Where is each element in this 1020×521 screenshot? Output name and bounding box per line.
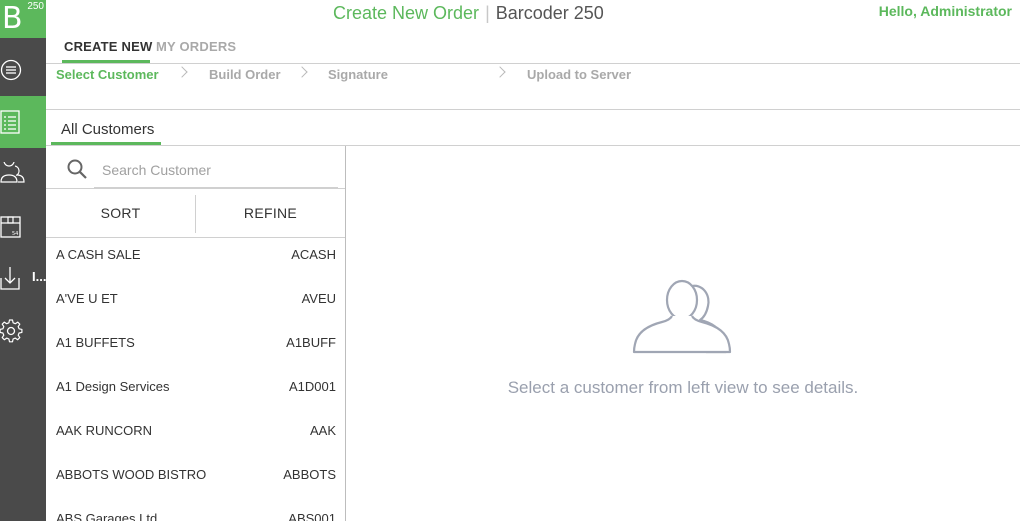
step-signature[interactable]: Signature <box>328 67 388 82</box>
sort-button[interactable]: SORT <box>46 189 195 237</box>
settings-gear-icon <box>0 319 23 343</box>
sidebar-item-products[interactable]: 54 <box>0 200 46 252</box>
customer-name: A'VE U ET <box>56 291 118 306</box>
list-item[interactable]: ABS Garages Ltd ABS001 <box>46 502 345 521</box>
divider <box>46 109 1020 110</box>
customer-list-panel: SORT REFINE A CASH SALE ACASH A'VE U ET … <box>46 146 346 521</box>
customer-code: AVEU <box>301 291 336 306</box>
customer-name: AAK RUNCORN <box>56 423 153 438</box>
sidebar-item-customers[interactable] <box>0 148 46 200</box>
sidebar-item-downloads[interactable]: I... <box>0 252 46 304</box>
list-item[interactable]: AAK RUNCORN AAK <box>46 414 345 458</box>
customer-name: A1 BUFFETS <box>56 335 135 350</box>
tab-all-customers[interactable]: All Customers <box>61 121 154 138</box>
search-icon <box>67 159 87 179</box>
divider <box>46 63 1020 64</box>
customer-name: ABS Garages Ltd <box>56 511 158 521</box>
list-item[interactable]: A'VE U ET AVEU <box>46 282 345 326</box>
sidebar-badge: I... <box>32 269 47 284</box>
sidebar: B 250 54 I... <box>0 0 46 521</box>
chevron-right-icon <box>296 66 308 78</box>
menu-circle-icon <box>0 59 22 81</box>
title-separator: | <box>485 3 490 23</box>
package-box-icon: 54 <box>0 216 21 238</box>
logo-number: 250 <box>27 1 44 12</box>
tab-create-new[interactable]: CREATE NEW <box>64 39 152 54</box>
download-inbox-icon <box>0 267 20 290</box>
customer-code: A1BUFF <box>286 335 336 350</box>
sort-bar: SORT REFINE <box>46 188 345 238</box>
list-item[interactable]: A1 Design Services A1D001 <box>46 370 345 414</box>
empty-state-message: Select a customer from left view to see … <box>507 378 859 397</box>
sidebar-item-menu[interactable] <box>0 44 46 96</box>
step-build-order[interactable]: Build Order <box>209 67 281 82</box>
list-item[interactable]: ABBOTS WOOD BISTRO ABBOTS <box>46 458 345 502</box>
chevron-right-icon <box>494 66 506 78</box>
svg-text:54: 54 <box>12 231 18 237</box>
tab-my-orders[interactable]: MY ORDERS <box>156 39 236 54</box>
customer-name: A1 Design Services <box>56 379 170 394</box>
customer-code: AAK <box>309 423 336 438</box>
sidebar-item-settings[interactable] <box>0 304 46 356</box>
customers-icon <box>0 162 25 183</box>
refine-button[interactable]: REFINE <box>196 189 345 237</box>
app-logo: B 250 <box>0 0 46 38</box>
customer-code: ABS001 <box>288 511 336 521</box>
customer-code: ACASH <box>291 247 336 262</box>
chevron-right-icon <box>176 66 188 78</box>
customer-list: A CASH SALE ACASH A'VE U ET AVEU A1 BUFF… <box>46 238 345 521</box>
customer-code: A1D001 <box>289 379 336 394</box>
page-title: Create New Order | Barcoder 250 <box>333 3 604 23</box>
customers-group-icon <box>632 279 732 354</box>
page-title-secondary: Barcoder 250 <box>495 3 604 23</box>
sidebar-item-orders[interactable] <box>0 96 46 148</box>
list-item[interactable]: A1 BUFFETS A1BUFF <box>46 326 345 370</box>
list-item[interactable]: A CASH SALE ACASH <box>46 238 345 282</box>
order-list-icon <box>0 110 20 134</box>
customer-name: ABBOTS WOOD BISTRO <box>56 467 207 482</box>
step-upload-to-server[interactable]: Upload to Server <box>527 67 631 82</box>
logo-letter: B <box>2 1 23 36</box>
customer-name: A CASH SALE <box>56 247 141 262</box>
step-select-customer[interactable]: Select Customer <box>56 67 159 82</box>
customer-code: ABBOTS <box>283 467 336 482</box>
page-title-primary: Create New Order <box>333 3 480 23</box>
user-greeting[interactable]: Hello, Administrator <box>879 3 1012 19</box>
search-input[interactable] <box>94 152 338 188</box>
